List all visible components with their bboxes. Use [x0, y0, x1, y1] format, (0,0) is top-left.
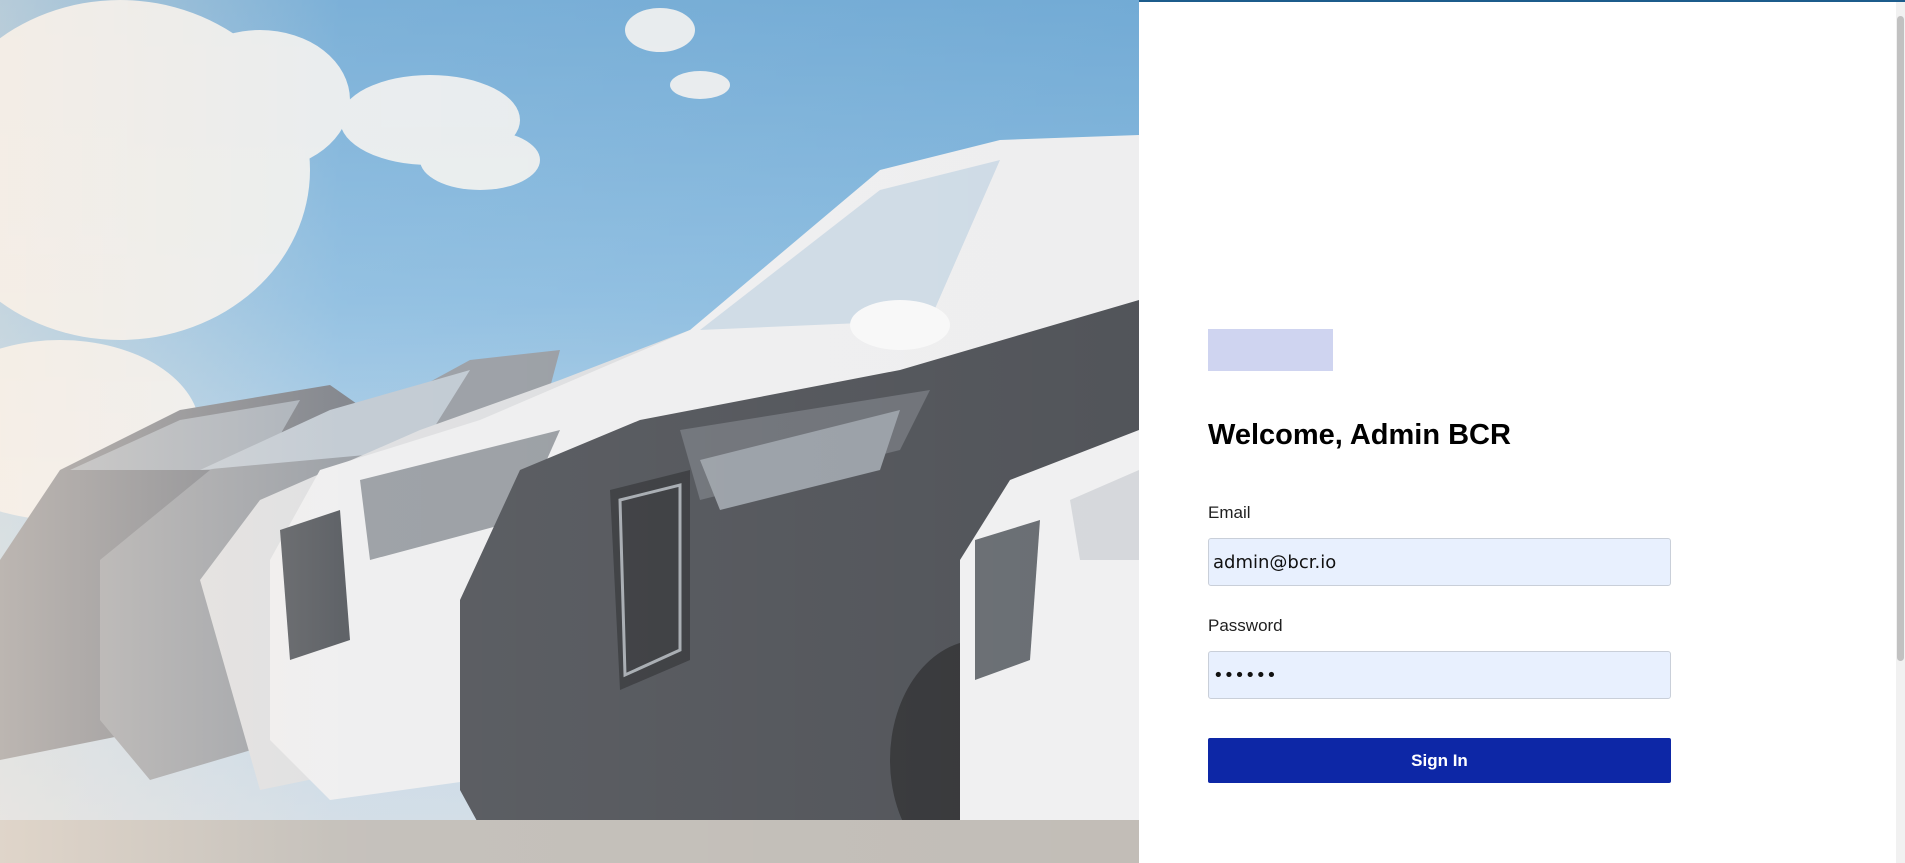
- email-label: Email: [1208, 503, 1251, 522]
- scrollbar[interactable]: [1896, 2, 1905, 863]
- password-field[interactable]: [1208, 651, 1671, 699]
- page-title: Welcome, Admin BCR: [1208, 419, 1511, 451]
- scrollbar-thumb[interactable]: [1897, 16, 1904, 661]
- hero-image: [0, 0, 1139, 863]
- hero-illustration: [0, 0, 1139, 863]
- sign-in-button[interactable]: Sign In: [1208, 738, 1671, 783]
- ground: [0, 820, 1139, 863]
- password-label: Password: [1208, 616, 1283, 635]
- logo-placeholder: [1208, 329, 1333, 371]
- email-field[interactable]: [1208, 538, 1671, 586]
- login-form: Welcome, Admin BCR Email Password Sign I…: [1208, 329, 1671, 783]
- login-panel: Welcome, Admin BCR Email Password Sign I…: [1139, 2, 1905, 863]
